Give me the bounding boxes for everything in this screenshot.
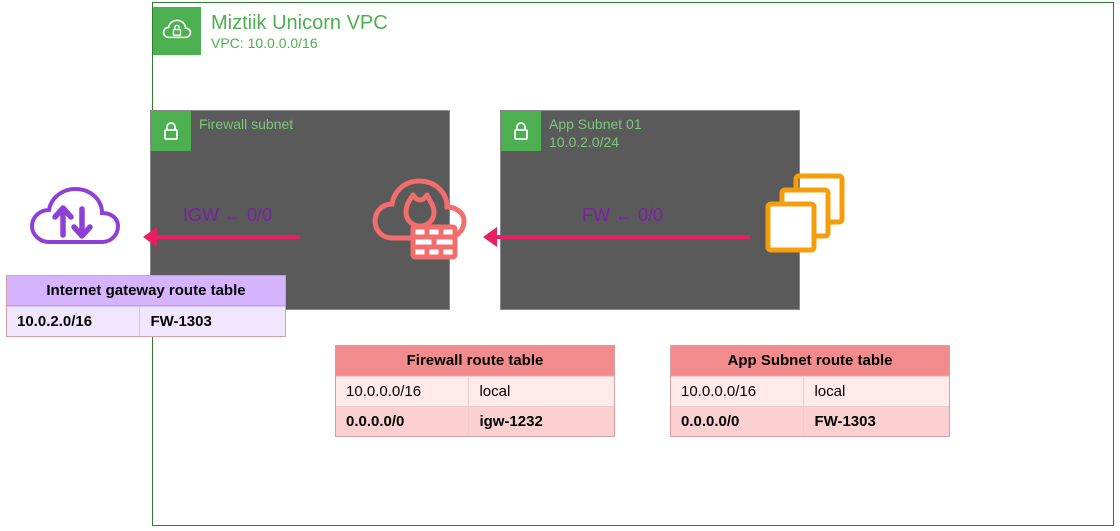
internet-gateway-icon [20, 175, 130, 265]
route-dest: 10.0.0.0/16 [336, 376, 469, 406]
app-subnet-label: App Subnet 01 [549, 115, 642, 133]
route-target: local [804, 376, 949, 406]
table-row: 0.0.0.0/0 FW-1303 [671, 406, 949, 436]
ec2-instances-icon [760, 170, 860, 260]
route-target: FW-1303 [804, 406, 949, 436]
network-firewall-icon [365, 165, 475, 265]
table-row: 10.0.2.0/16 FW-1303 [7, 306, 285, 336]
route-target: FW-1303 [140, 306, 285, 336]
route-dest: 10.0.0.0/16 [671, 376, 804, 406]
route-table-title: Firewall route table [336, 346, 614, 376]
route-dest: 10.0.2.0/16 [7, 306, 140, 336]
route-target: local [469, 376, 614, 406]
subnet-header: App Subnet 01 10.0.2.0/24 [501, 111, 799, 151]
arrow-label: IGW ← 0/0 [183, 205, 272, 226]
firewall-route-table: Firewall route table 10.0.0.0/16 local 0… [335, 345, 615, 437]
table-row: 0.0.0.0/0 igw-1232 [336, 406, 614, 436]
igw-route-table: Internet gateway route table 10.0.2.0/16… [6, 275, 286, 337]
route-table-title: App Subnet route table [671, 346, 949, 376]
lock-icon [501, 111, 541, 151]
app-subnet-cidr: 10.0.2.0/24 [549, 133, 642, 151]
vpc-title: Miztiik Unicorn VPC [211, 12, 388, 35]
vpc-cidr: VPC: 10.0.0.0/16 [211, 35, 388, 51]
route-dest: 0.0.0.0/0 [671, 406, 804, 436]
firewall-subnet-label: Firewall subnet [199, 115, 293, 133]
arrow-label: FW ← 0/0 [582, 205, 663, 226]
table-row: 10.0.0.0/16 local [671, 376, 949, 406]
lock-icon [151, 111, 191, 151]
route-table-title: Internet gateway route table [7, 276, 285, 306]
arrow-fw-to-igw: IGW ← 0/0 [155, 235, 300, 239]
table-row: 10.0.0.0/16 local [336, 376, 614, 406]
cloud-lock-icon [153, 7, 201, 55]
vpc-header: Miztiik Unicorn VPC VPC: 10.0.0.0/16 [153, 3, 396, 59]
route-target: igw-1232 [469, 406, 614, 436]
route-dest: 0.0.0.0/0 [336, 406, 469, 436]
app-route-table: App Subnet route table 10.0.0.0/16 local… [670, 345, 950, 437]
arrow-app-to-fw: FW ← 0/0 [495, 235, 750, 239]
subnet-header: Firewall subnet [151, 111, 449, 151]
